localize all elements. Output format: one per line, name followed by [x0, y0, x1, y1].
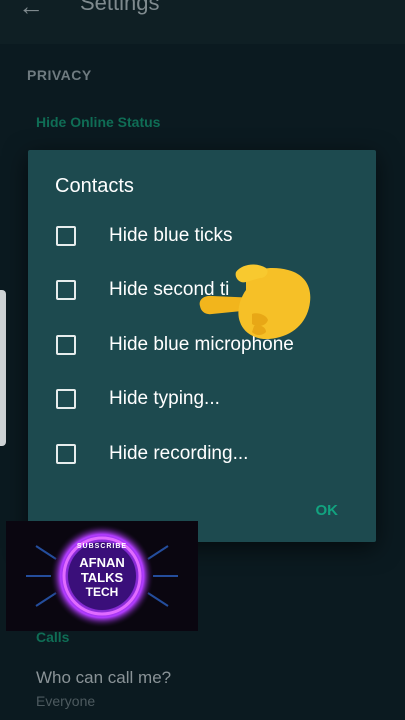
section-header-privacy: PRIVACY: [27, 67, 92, 83]
back-arrow-icon[interactable]: ←: [18, 0, 46, 20]
dialog-title: Contacts: [55, 175, 134, 197]
who-can-call-value: Everyone: [36, 693, 96, 709]
pointing-hand-icon: [199, 264, 311, 340]
option-hide-recording[interactable]: Hide recording...: [56, 432, 356, 476]
page-title: Settings: [80, 0, 160, 15]
checkbox-unchecked-icon[interactable]: [56, 280, 76, 300]
checkbox-unchecked-icon[interactable]: [56, 335, 76, 355]
checkbox-unchecked-icon[interactable]: [56, 389, 76, 409]
checkbox-unchecked-icon[interactable]: [56, 226, 76, 246]
logo-line-2: TALKS: [80, 570, 124, 585]
channel-logo-overlay: SUBSCRIBE AFNAN TALKS TECH: [6, 521, 198, 631]
logo-line-1: AFNAN: [79, 555, 125, 570]
logo-subscribe-text: SUBSCRIBE: [76, 543, 128, 550]
option-label: Hide recording...: [109, 443, 249, 464]
option-hide-typing[interactable]: Hide typing...: [56, 377, 356, 421]
option-label: Hide typing...: [109, 388, 220, 409]
option-hide-blue-ticks[interactable]: Hide blue ticks: [56, 214, 356, 258]
hide-online-status-setting[interactable]: Hide Online Status: [36, 114, 160, 130]
ok-button[interactable]: OK: [316, 502, 339, 519]
option-label: Hide blue ticks: [109, 225, 233, 246]
who-can-call-setting[interactable]: Who can call me?: [36, 668, 171, 688]
contacts-dialog: Contacts Hide blue ticks Hide second ti …: [28, 150, 376, 542]
app-bar: ← Settings: [0, 0, 405, 44]
logo-line-3: TECH: [85, 585, 119, 599]
side-panel-handle[interactable]: [0, 290, 6, 446]
checkbox-unchecked-icon[interactable]: [56, 444, 76, 464]
section-header-calls: Calls: [36, 629, 70, 645]
